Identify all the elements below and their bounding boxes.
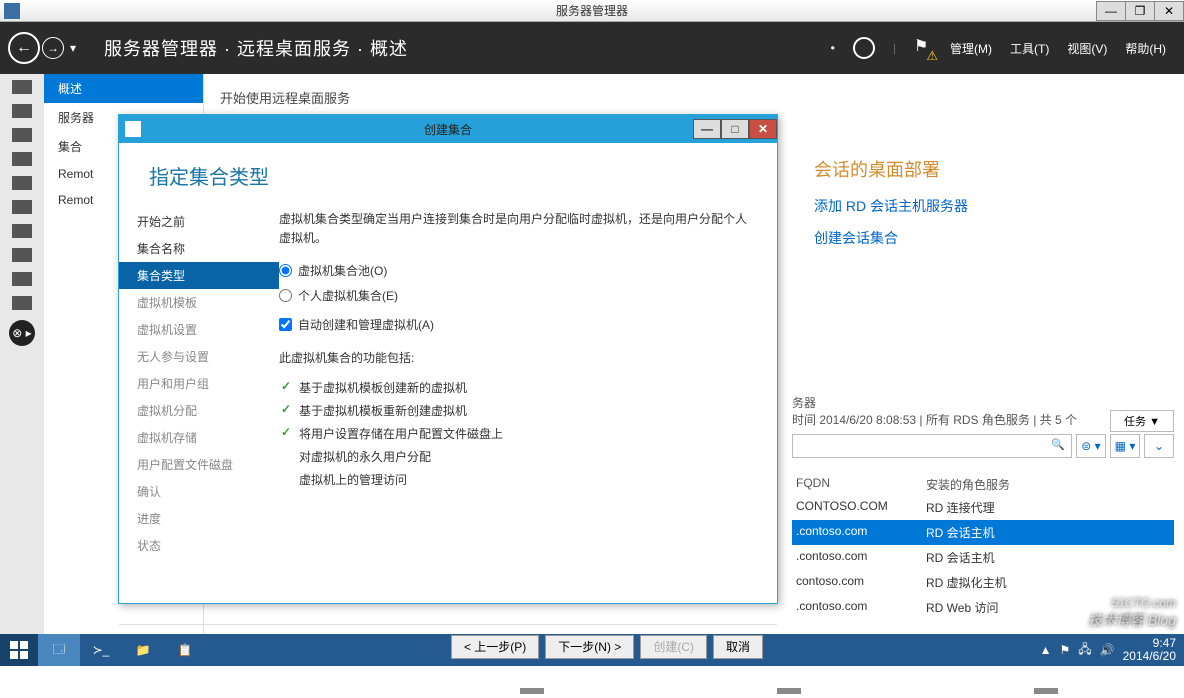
rail-icon[interactable] [12,248,32,262]
menu-tools[interactable]: 工具(T) [1010,40,1049,57]
notifications-flag-icon[interactable] [914,36,932,60]
task-powershell[interactable]: ≻_ [80,634,122,666]
minimize-button[interactable]: — [1096,1,1126,21]
close-button[interactable]: ✕ [1154,1,1184,21]
tray-flag-icon[interactable]: ⚑ [1060,643,1071,657]
left-icon-rail: ⊗ ▸ [0,74,44,634]
dialog-footer: < 上一步(P) 下一步(N) > 创建(C) 取消 [119,624,777,668]
menu-manage[interactable]: 管理(M) [950,40,992,57]
wizard-step[interactable]: 集合类型 [119,262,279,289]
dialog-close[interactable]: ✕ [749,119,777,139]
rail-icon-rds[interactable]: ⊗ ▸ [9,320,35,346]
feature-item: 虚拟机上的管理访问 [279,468,751,491]
wizard-step: 虚拟机存储 [119,424,279,451]
dialog-content: 虚拟机集合类型确定当用户连接到集合时是向用户分配临时虚拟机，还是向用户分配个人虚… [279,206,777,624]
create-collection-dialog: 创建集合 — □ ✕ 指定集合类型 开始之前集合名称集合类型虚拟机模板虚拟机设置… [118,114,778,604]
breadcrumb: 服务器管理器 · 远程桌面服务 · 概述 [104,35,408,61]
wizard-step[interactable]: 开始之前 [119,208,279,235]
rail-icon[interactable] [12,176,32,190]
tray-sound-icon[interactable]: 🔊 [1100,643,1115,657]
maximize-button[interactable]: ❐ [1125,1,1155,21]
wizard-step: 虚拟机设置 [119,316,279,343]
tray-icon[interactable]: ▲ [1040,643,1052,657]
window-title-bar: 服务器管理器 — ❐ ✕ [0,0,1184,22]
cancel-button[interactable]: 取消 [713,635,763,659]
features-heading: 此虚拟机集合的功能包括: [279,349,751,366]
feature-item: 将用户设置存储在用户配置文件磁盘上 [279,422,751,445]
feature-item: 基于虚拟机模板重新创建虚拟机 [279,399,751,422]
wizard-step: 用户配置文件磁盘 [119,451,279,478]
wizard-step: 状态 [119,532,279,559]
wizard-step: 虚拟机分配 [119,397,279,424]
rail-icon[interactable] [12,152,32,166]
rail-icon[interactable] [12,128,32,142]
features-list: 基于虚拟机模板创建新的虚拟机基于虚拟机模板重新创建虚拟机将用户设置存储在用户配置… [279,376,751,491]
feature-item: 对虚拟机的永久用户分配 [279,445,751,468]
checkbox-auto[interactable]: 自动创建和管理虚拟机(A) [279,316,751,333]
back-button[interactable]: ← [8,32,40,64]
tray-network-icon[interactable]: 🖧 [1078,640,1091,661]
wizard-step: 无人参与设置 [119,343,279,370]
start-button[interactable] [0,634,38,666]
link-add-host[interactable]: 添加 RD 会话主机服务器 [814,196,1174,216]
servers-status: 时间 2014/6/20 8:08:53 | 所有 RDS 角色服务 | 共 5… [792,413,1077,427]
filter-save-button[interactable]: ▦ ▾ [1110,434,1140,458]
getting-started: 开始使用远程桌面服务 [220,88,1170,107]
rail-icon[interactable] [12,104,32,118]
table-row[interactable]: contoso.comRD 虚拟化主机 [792,570,1174,595]
dialog-intro: 虚拟机集合类型确定当用户连接到集合时是向用户分配临时虚拟机，还是向用户分配个人虚… [279,210,751,248]
create-button: 创建(C) [640,635,707,659]
task-server-manager[interactable]: 🗔 [38,634,80,666]
forward-button[interactable]: → [42,37,64,59]
dialog-maximize[interactable]: □ [721,119,749,139]
refresh-icon[interactable] [853,37,875,59]
radio-personal[interactable]: 个人虚拟机集合(E) [279,287,751,304]
col-role[interactable]: 安装的角色服务 [926,476,1010,493]
radio-pool[interactable]: 虚拟机集合池(O) [279,262,751,279]
filter-input[interactable] [792,434,1072,458]
dialog-title-bar[interactable]: 创建集合 — □ ✕ [119,115,777,143]
window-title: 服务器管理器 [556,2,628,19]
dialog-minimize[interactable]: — [693,119,721,139]
wizard-step: 用户和用户组 [119,370,279,397]
dialog-icon [125,121,141,137]
top-bar: ← → ▾ 服务器管理器 · 远程桌面服务 · 概述 • | 管理(M) 工具(… [0,22,1184,74]
wizard-step[interactable]: 集合名称 [119,235,279,262]
dialog-heading: 指定集合类型 [119,143,777,206]
wizard-step: 虚拟机模板 [119,289,279,316]
table-row[interactable]: .contoso.comRD 会话主机 [792,545,1174,570]
expand-button[interactable]: ⌄ [1144,434,1174,458]
wizard-step: 进度 [119,505,279,532]
dialog-title: 创建集合 [424,121,472,138]
rail-icon[interactable] [12,80,32,94]
tasks-dropdown[interactable]: 任务 ▼ [1110,410,1174,432]
deployment-panel: 会话的桌面部署 添加 RD 会话主机服务器 创建会话集合 [814,156,1174,260]
rail-icon[interactable] [12,224,32,238]
rail-icon[interactable] [12,200,32,214]
menu-help[interactable]: 帮助(H) [1125,40,1166,57]
filter-options-button[interactable]: ⊜ ▾ [1076,434,1106,458]
tray-date[interactable]: 2014/6/20 [1123,649,1176,663]
wizard-steps: 开始之前集合名称集合类型虚拟机模板虚拟机设置无人参与设置用户和用户组虚拟机分配虚… [119,206,279,624]
col-fqdn[interactable]: FQDN [796,476,926,493]
watermark: 51CTO.com 技术博客 Blog [1088,596,1176,630]
next-button[interactable]: 下一步(N) > [545,635,634,659]
menu-view[interactable]: 视图(V) [1067,40,1107,57]
feature-item: 基于虚拟机模板创建新的虚拟机 [279,376,751,399]
app-icon [4,3,20,19]
prev-button[interactable]: < 上一步(P) [451,635,539,659]
table-row[interactable]: CONTOSO.COMRD 连接代理 [792,495,1174,520]
wizard-step: 确认 [119,478,279,505]
tray-time[interactable]: 9:47 [1153,636,1176,650]
rail-icon[interactable] [12,272,32,286]
rail-icon[interactable] [12,296,32,310]
link-create-collection[interactable]: 创建会话集合 [814,228,1174,248]
nav-overview[interactable]: 概述 [44,74,203,103]
system-tray[interactable]: ▲ ⚑ 🖧 🔊 9:47 2014/6/20 [1040,637,1184,663]
deployment-title: 会话的桌面部署 [814,156,1174,182]
table-row[interactable]: .contoso.comRD 会话主机 [792,520,1174,545]
